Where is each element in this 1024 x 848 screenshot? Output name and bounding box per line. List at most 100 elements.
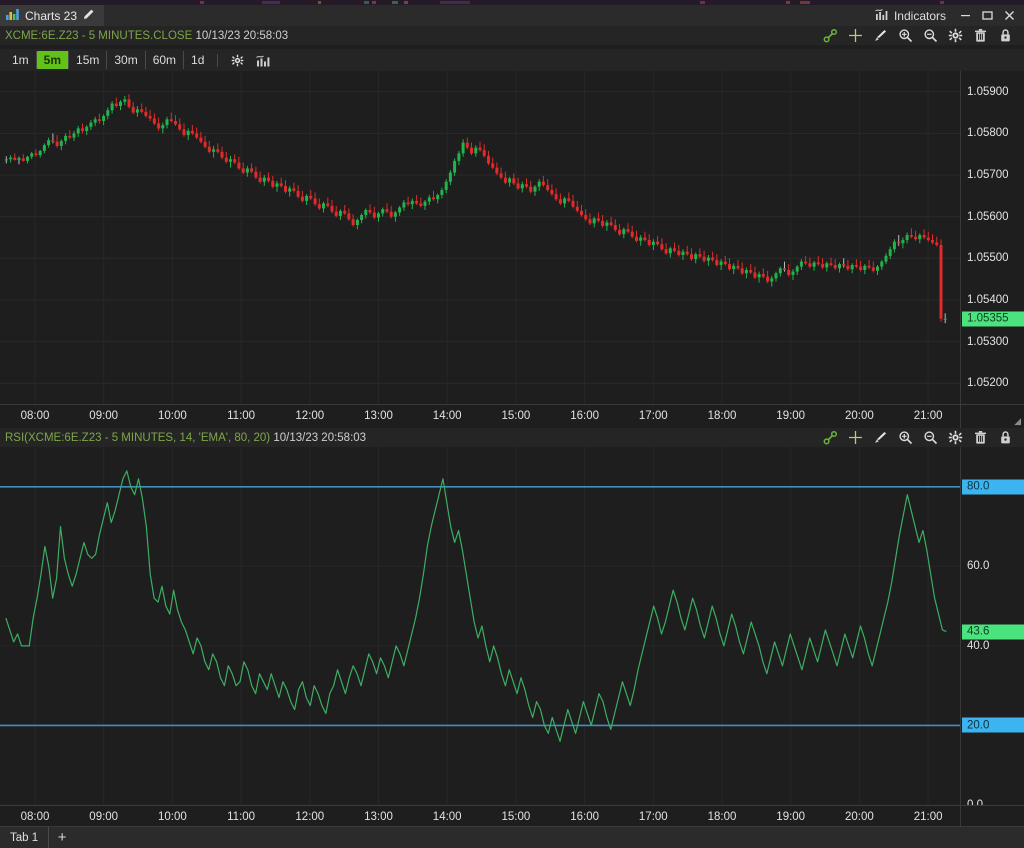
indicators-label: Indicators <box>893 8 946 23</box>
price-y-tick: 1.05600 <box>967 210 1009 223</box>
price-x-tick: 15:00 <box>501 410 531 422</box>
timeframe-30m[interactable]: 30m <box>107 51 146 69</box>
rsi-plot[interactable] <box>0 447 960 806</box>
brush-icon[interactable] <box>868 428 893 447</box>
timeframe-1m[interactable]: 1m <box>5 51 37 69</box>
rsi-level-tag[interactable]: 80.0 <box>962 479 1024 495</box>
chart-type-icon[interactable] <box>250 54 276 67</box>
bottom-tab-bar: Tab 1 + <box>0 826 1024 848</box>
zoom-in-icon[interactable] <box>893 26 918 45</box>
window-controls <box>954 5 1024 26</box>
price-symbol-label: XCME:6E.Z23 - 5 MINUTES.CLOSE <box>5 29 193 42</box>
crosshair-icon[interactable] <box>843 26 868 45</box>
crosshair-icon[interactable] <box>843 428 868 447</box>
brush-icon[interactable] <box>868 26 893 45</box>
zoom-out-icon[interactable] <box>918 26 943 45</box>
zoom-in-icon[interactable] <box>893 428 918 447</box>
bar-chart-icon <box>6 8 19 23</box>
rsi-x-tick: 15:00 <box>501 811 531 823</box>
price-pane-header: XCME:6E.Z23 - 5 MINUTES.CLOSE 10/13/23 2… <box>0 26 1024 45</box>
price-x-tick: 17:00 <box>638 410 668 422</box>
timeframe-15m[interactable]: 15m <box>69 51 108 69</box>
candlestick-svg <box>0 71 960 404</box>
price-y-tick: 1.05200 <box>967 377 1009 390</box>
price-pane-toolbar <box>818 26 1024 45</box>
tab-1[interactable]: Tab 1 <box>0 826 50 848</box>
rsi-pane-toolbar <box>818 428 1024 447</box>
maximize-button[interactable] <box>976 5 998 26</box>
timeframe-60m[interactable]: 60m <box>146 51 185 69</box>
resize-grip-icon[interactable]: ◢ <box>1014 416 1021 427</box>
gear-icon[interactable] <box>224 54 250 67</box>
window-tab-charts23[interactable]: Charts 23 <box>0 5 105 26</box>
rsi-level-tag[interactable]: 20.0 <box>962 717 1024 733</box>
price-x-tick: 19:00 <box>776 410 806 422</box>
indicators-button[interactable]: Indicators <box>867 5 954 26</box>
price-y-tick: 1.05400 <box>967 293 1009 306</box>
lock-icon[interactable] <box>993 26 1018 45</box>
price-y-tick: 1.05800 <box>967 127 1009 140</box>
pencil-icon[interactable] <box>83 9 94 23</box>
price-y-tick: 1.05900 <box>967 85 1009 98</box>
zoom-out-icon[interactable] <box>918 428 943 447</box>
price-time-axis: 08:00 09:00 10:00 11:00 12:00 13:00 14:00 15:00… <box>0 404 960 428</box>
rsi-svg <box>0 447 960 806</box>
timeframe-1d[interactable]: 1d <box>184 51 211 69</box>
rsi-x-tick: 19:00 <box>776 811 806 823</box>
price-axis[interactable]: 1.05900 1.05800 1.05700 1.05600 1.05500 1.054… <box>960 71 1024 404</box>
link-icon[interactable] <box>818 26 843 45</box>
toolbar-divider <box>217 53 219 67</box>
settings-gear-icon[interactable] <box>943 428 968 447</box>
rsi-axis[interactable]: 80.060.040.020.00.043.6 <box>960 447 1024 811</box>
price-x-tick: 09:00 <box>89 410 119 422</box>
price-x-tick: 18:00 <box>707 410 737 422</box>
rsi-pane-header: RSI(XCME:6E.Z23 - 5 MINUTES, 14, 'EMA', … <box>0 428 1024 447</box>
lock-icon[interactable] <box>993 428 1018 447</box>
price-chart-pane[interactable]: 1.05900 1.05800 1.05700 1.05600 1.05500 1.054… <box>0 71 1024 404</box>
price-timestamp-label: 10/13/23 20:58:03 <box>195 29 289 42</box>
window-tab-label: Charts 23 <box>25 8 78 23</box>
price-x-tick: 13:00 <box>364 410 393 422</box>
price-x-tick: 21:00 <box>913 410 943 422</box>
rsi-y-tick: 60.0 <box>967 560 990 573</box>
price-x-tick: 08:00 <box>20 410 50 422</box>
candlestick-plot[interactable] <box>0 71 960 404</box>
rsi-x-tick: 08:00 <box>20 811 50 823</box>
rsi-x-tick: 12:00 <box>295 811 325 823</box>
price-x-tick: 14:00 <box>432 410 462 422</box>
rsi-x-tick: 21:00 <box>913 811 943 823</box>
price-x-tick: 16:00 <box>570 410 599 422</box>
minimize-button[interactable] <box>954 5 976 26</box>
add-tab-button[interactable]: + <box>49 827 75 848</box>
rsi-pane-legend: RSI(XCME:6E.Z23 - 5 MINUTES, 14, 'EMA', … <box>0 432 366 444</box>
timeframe-5m[interactable]: 5m <box>36 51 70 69</box>
rsi-current-value-tag[interactable]: 43.6 <box>962 624 1024 640</box>
indicators-icon <box>875 8 889 23</box>
price-x-tick: 10:00 <box>158 410 187 422</box>
delete-trash-icon[interactable] <box>968 428 993 447</box>
rsi-x-tick: 14:00 <box>432 811 462 823</box>
price-y-tick: 1.05700 <box>967 169 1009 182</box>
price-x-tick: 20:00 <box>845 410 874 422</box>
price-y-tick: 1.05300 <box>967 335 1009 348</box>
price-y-tick: 1.05500 <box>967 252 1009 265</box>
delete-trash-icon[interactable] <box>968 26 993 45</box>
window-title-bar: Charts 23 Indicators <box>0 5 1024 26</box>
rsi-x-tick: 18:00 <box>707 811 737 823</box>
settings-gear-icon[interactable] <box>943 26 968 45</box>
price-x-tick: 12:00 <box>295 410 325 422</box>
rsi-chart-pane[interactable]: 80.060.040.020.00.043.6 <box>0 447 1024 811</box>
trading-chart-window: Charts 23 Indicators XCME:6E.Z23 - 5 MIN… <box>0 0 1024 848</box>
link-icon[interactable] <box>818 428 843 447</box>
rsi-x-tick: 13:00 <box>364 811 393 823</box>
rsi-timestamp-label: 10/13/23 20:58:03 <box>273 431 367 444</box>
rsi-x-tick: 09:00 <box>89 811 119 823</box>
price-axis-corner: ◢ <box>960 404 1024 428</box>
rsi-x-tick: 20:00 <box>845 811 874 823</box>
close-button[interactable] <box>998 5 1020 26</box>
price-pane-legend: XCME:6E.Z23 - 5 MINUTES.CLOSE 10/13/23 2… <box>0 30 288 42</box>
rsi-x-tick: 16:00 <box>570 811 599 823</box>
rsi-x-tick: 11:00 <box>227 811 256 823</box>
current-price-tag[interactable]: 1.05355 <box>962 311 1024 327</box>
rsi-x-tick: 10:00 <box>158 811 187 823</box>
